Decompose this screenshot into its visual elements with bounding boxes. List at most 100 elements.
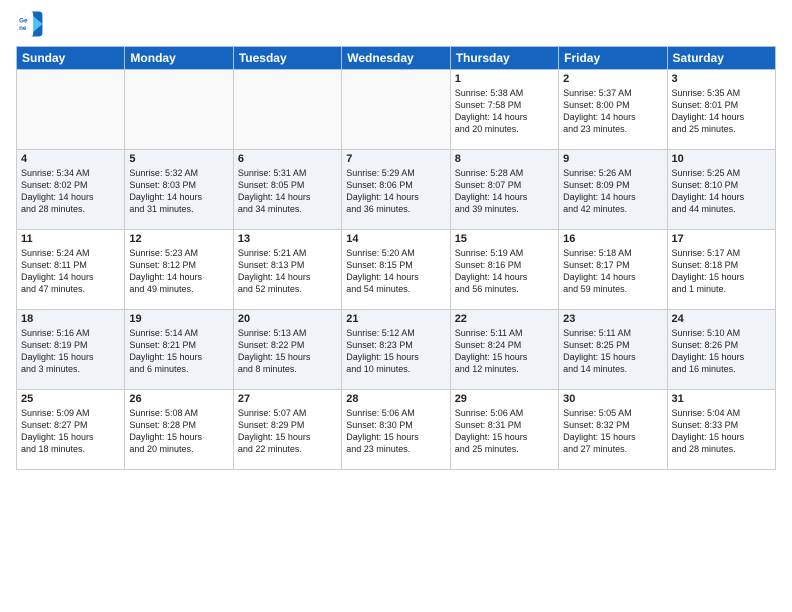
cell-info: Sunrise: 5:24 AM Sunset: 8:11 PM Dayligh… <box>21 247 120 296</box>
cell-info: Sunrise: 5:16 AM Sunset: 8:19 PM Dayligh… <box>21 327 120 376</box>
weekday-header-row: SundayMondayTuesdayWednesdayThursdayFrid… <box>17 47 776 70</box>
calendar: SundayMondayTuesdayWednesdayThursdayFrid… <box>16 46 776 470</box>
calendar-cell: 21 Sunrise: 5:12 AM Sunset: 8:23 PM Dayli… <box>342 310 450 390</box>
calendar-cell: 25 Sunrise: 5:09 AM Sunset: 8:27 PM Dayli… <box>17 390 125 470</box>
day-number: 17 <box>672 233 771 245</box>
calendar-cell: 7 Sunrise: 5:29 AM Sunset: 8:06 PM Daylig… <box>342 150 450 230</box>
calendar-cell: 18 Sunrise: 5:16 AM Sunset: 8:19 PM Dayli… <box>17 310 125 390</box>
calendar-cell: 14Sunrise: 5:20 AM Sunset: 8:15 PM Dayli… <box>342 230 450 310</box>
calendar-cell <box>342 70 450 150</box>
day-number: 10 <box>672 153 771 165</box>
header: Ge ne <box>16 10 776 38</box>
week-row-1: 1 Sunrise: 5:38 AM Sunset: 7:58 PM Daylig… <box>17 70 776 150</box>
calendar-cell: 1 Sunrise: 5:38 AM Sunset: 7:58 PM Daylig… <box>450 70 558 150</box>
day-number: 6 <box>238 153 337 165</box>
day-number: 2 <box>563 73 662 85</box>
logo-icon: Ge ne <box>16 10 44 38</box>
calendar-cell: 27Sunrise: 5:07 AM Sunset: 8:29 PM Dayli… <box>233 390 341 470</box>
day-number: 25 <box>21 393 120 405</box>
day-number: 5 <box>129 153 228 165</box>
weekday-header-sunday: Sunday <box>17 47 125 70</box>
day-number: 14 <box>346 233 445 245</box>
cell-info: Sunrise: 5:04 AM Sunset: 8:33 PM Dayligh… <box>672 407 771 456</box>
calendar-cell: 28Sunrise: 5:06 AM Sunset: 8:30 PM Dayli… <box>342 390 450 470</box>
day-number: 8 <box>455 153 554 165</box>
weekday-header-saturday: Saturday <box>667 47 775 70</box>
cell-info: Sunrise: 5:06 AM Sunset: 8:31 PM Dayligh… <box>455 407 554 456</box>
day-number: 11 <box>21 233 120 245</box>
day-number: 3 <box>672 73 771 85</box>
cell-info: Sunrise: 5:10 AM Sunset: 8:26 PM Dayligh… <box>672 327 771 376</box>
day-number: 31 <box>672 393 771 405</box>
svg-text:ne: ne <box>19 25 27 32</box>
calendar-cell: 31 Sunrise: 5:04 AM Sunset: 8:33 PM Dayli… <box>667 390 775 470</box>
calendar-cell: 20Sunrise: 5:13 AM Sunset: 8:22 PM Dayli… <box>233 310 341 390</box>
calendar-cell: 9 Sunrise: 5:26 AM Sunset: 8:09 PM Daylig… <box>559 150 667 230</box>
cell-info: Sunrise: 5:09 AM Sunset: 8:27 PM Dayligh… <box>21 407 120 456</box>
week-row-5: 25 Sunrise: 5:09 AM Sunset: 8:27 PM Dayli… <box>17 390 776 470</box>
cell-info: Sunrise: 5:06 AM Sunset: 8:30 PM Dayligh… <box>346 407 445 456</box>
day-number: 18 <box>21 313 120 325</box>
week-row-3: 11 Sunrise: 5:24 AM Sunset: 8:11 PM Dayli… <box>17 230 776 310</box>
calendar-cell: 22 Sunrise: 5:11 AM Sunset: 8:24 PM Dayli… <box>450 310 558 390</box>
day-number: 15 <box>455 233 554 245</box>
calendar-cell: 11 Sunrise: 5:24 AM Sunset: 8:11 PM Dayli… <box>17 230 125 310</box>
cell-info: Sunrise: 5:32 AM Sunset: 8:03 PM Dayligh… <box>129 167 228 216</box>
cell-info: Sunrise: 5:17 AM Sunset: 8:18 PM Dayligh… <box>672 247 771 296</box>
cell-info: Sunrise: 5:18 AM Sunset: 8:17 PM Dayligh… <box>563 247 662 296</box>
cell-info: Sunrise: 5:29 AM Sunset: 8:06 PM Dayligh… <box>346 167 445 216</box>
day-number: 19 <box>129 313 228 325</box>
day-number: 21 <box>346 313 445 325</box>
calendar-cell: 26Sunrise: 5:08 AM Sunset: 8:28 PM Dayli… <box>125 390 233 470</box>
cell-info: Sunrise: 5:37 AM Sunset: 8:00 PM Dayligh… <box>563 87 662 136</box>
calendar-cell: 6Sunrise: 5:31 AM Sunset: 8:05 PM Daylig… <box>233 150 341 230</box>
calendar-cell: 2 Sunrise: 5:37 AM Sunset: 8:00 PM Daylig… <box>559 70 667 150</box>
week-row-4: 18 Sunrise: 5:16 AM Sunset: 8:19 PM Dayli… <box>17 310 776 390</box>
cell-info: Sunrise: 5:08 AM Sunset: 8:28 PM Dayligh… <box>129 407 228 456</box>
calendar-cell: 16Sunrise: 5:18 AM Sunset: 8:17 PM Dayli… <box>559 230 667 310</box>
day-number: 29 <box>455 393 554 405</box>
day-number: 23 <box>563 313 662 325</box>
cell-info: Sunrise: 5:34 AM Sunset: 8:02 PM Dayligh… <box>21 167 120 216</box>
day-number: 30 <box>563 393 662 405</box>
day-number: 24 <box>672 313 771 325</box>
cell-info: Sunrise: 5:19 AM Sunset: 8:16 PM Dayligh… <box>455 247 554 296</box>
cell-info: Sunrise: 5:28 AM Sunset: 8:07 PM Dayligh… <box>455 167 554 216</box>
day-number: 13 <box>238 233 337 245</box>
cell-info: Sunrise: 5:05 AM Sunset: 8:32 PM Dayligh… <box>563 407 662 456</box>
cell-info: Sunrise: 5:11 AM Sunset: 8:25 PM Dayligh… <box>563 327 662 376</box>
calendar-cell: 19 Sunrise: 5:14 AM Sunset: 8:21 PM Dayli… <box>125 310 233 390</box>
day-number: 9 <box>563 153 662 165</box>
cell-info: Sunrise: 5:13 AM Sunset: 8:22 PM Dayligh… <box>238 327 337 376</box>
calendar-cell: 13 Sunrise: 5:21 AM Sunset: 8:13 PM Dayli… <box>233 230 341 310</box>
cell-info: Sunrise: 5:35 AM Sunset: 8:01 PM Dayligh… <box>672 87 771 136</box>
logo: Ge ne <box>16 10 48 38</box>
weekday-header-friday: Friday <box>559 47 667 70</box>
calendar-cell: 8 Sunrise: 5:28 AM Sunset: 8:07 PM Daylig… <box>450 150 558 230</box>
cell-info: Sunrise: 5:38 AM Sunset: 7:58 PM Dayligh… <box>455 87 554 136</box>
calendar-cell <box>17 70 125 150</box>
weekday-header-monday: Monday <box>125 47 233 70</box>
cell-info: Sunrise: 5:14 AM Sunset: 8:21 PM Dayligh… <box>129 327 228 376</box>
calendar-cell: 17 Sunrise: 5:17 AM Sunset: 8:18 PM Dayli… <box>667 230 775 310</box>
weekday-header-tuesday: Tuesday <box>233 47 341 70</box>
cell-info: Sunrise: 5:11 AM Sunset: 8:24 PM Dayligh… <box>455 327 554 376</box>
calendar-cell: 5 Sunrise: 5:32 AM Sunset: 8:03 PM Daylig… <box>125 150 233 230</box>
calendar-cell: 24 Sunrise: 5:10 AM Sunset: 8:26 PM Dayli… <box>667 310 775 390</box>
cell-info: Sunrise: 5:12 AM Sunset: 8:23 PM Dayligh… <box>346 327 445 376</box>
calendar-cell: 10Sunrise: 5:25 AM Sunset: 8:10 PM Dayli… <box>667 150 775 230</box>
cell-info: Sunrise: 5:26 AM Sunset: 8:09 PM Dayligh… <box>563 167 662 216</box>
calendar-cell <box>125 70 233 150</box>
calendar-cell: 30 Sunrise: 5:05 AM Sunset: 8:32 PM Dayli… <box>559 390 667 470</box>
calendar-cell <box>233 70 341 150</box>
week-row-2: 4 Sunrise: 5:34 AM Sunset: 8:02 PM Daylig… <box>17 150 776 230</box>
day-number: 22 <box>455 313 554 325</box>
day-number: 1 <box>455 73 554 85</box>
day-number: 7 <box>346 153 445 165</box>
calendar-cell: 3 Sunrise: 5:35 AM Sunset: 8:01 PM Daylig… <box>667 70 775 150</box>
cell-info: Sunrise: 5:07 AM Sunset: 8:29 PM Dayligh… <box>238 407 337 456</box>
weekday-header-wednesday: Wednesday <box>342 47 450 70</box>
cell-info: Sunrise: 5:21 AM Sunset: 8:13 PM Dayligh… <box>238 247 337 296</box>
day-number: 4 <box>21 153 120 165</box>
page: Ge ne SundayMondayTuesdayWednesdayThursd… <box>0 0 792 612</box>
